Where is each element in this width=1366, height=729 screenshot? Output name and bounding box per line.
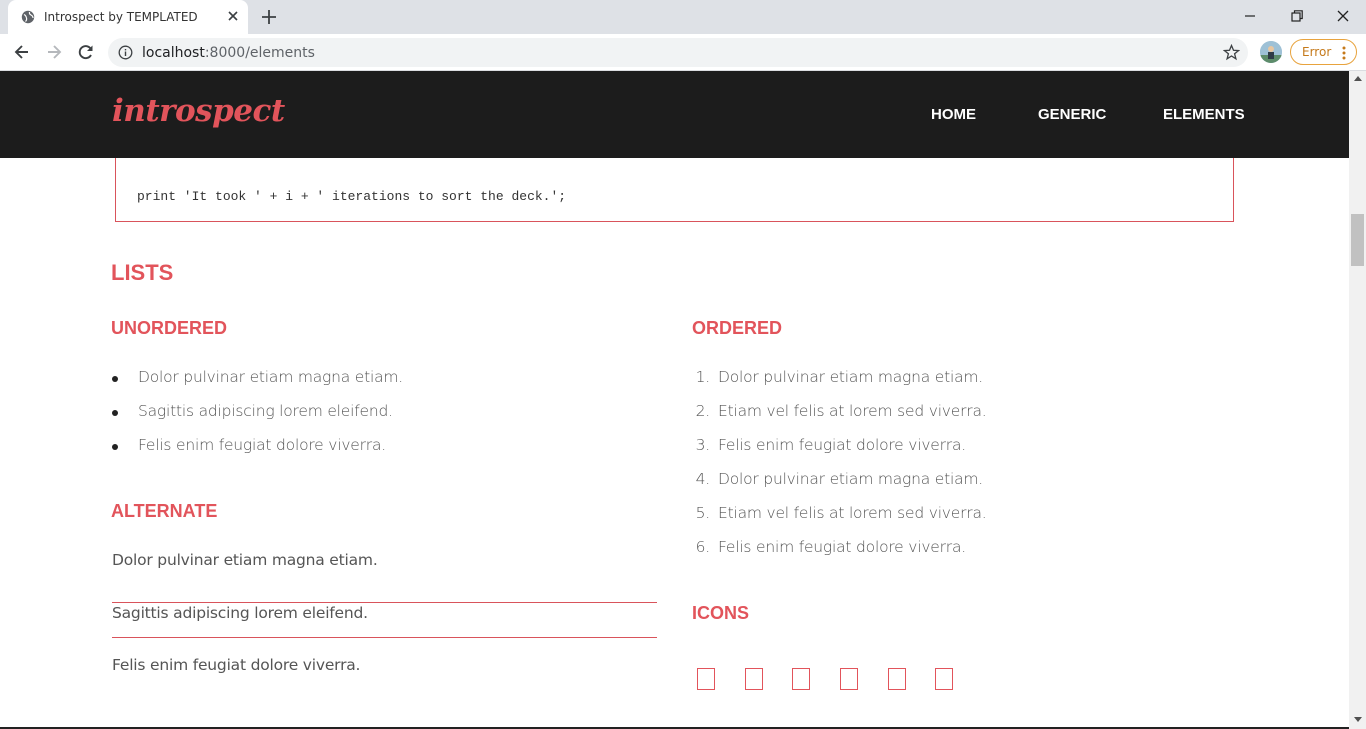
nav-generic-link[interactable]: GENERIC [1038,106,1106,123]
list-item-text: Dolor pulvinar etiam magna etiam. [718,470,984,488]
alternate-heading: ALTERNATE [111,501,218,521]
nav-elements-link[interactable]: ELEMENTS [1163,106,1245,123]
scroll-up-arrow-icon[interactable] [1354,75,1362,81]
site-logo[interactable]: introspect [112,93,285,129]
list-item-text: Etiam vel felis at lorem sed viverra. [718,504,987,522]
minimize-icon[interactable] [1240,6,1260,26]
bookmark-star-icon[interactable] [1223,44,1240,61]
list-number: 3. [695,436,711,454]
missing-glyph-icon[interactable] [888,668,906,690]
site-header: introspect HOME GENERIC ELEMENTS [0,71,1349,158]
missing-glyph-icon[interactable] [792,668,810,690]
alternate-item-text: Dolor pulvinar etiam magna etiam. [112,551,378,569]
alternate-item-text: Felis enim feugiat dolore viverra. [112,656,361,674]
bullet-icon [112,410,118,416]
alternate-item-text: Sagittis adipiscing lorem eleifend. [112,604,368,622]
missing-glyph-icon[interactable] [745,668,763,690]
nav-home-link[interactable]: HOME [931,106,976,123]
list-number: 5. [695,504,711,522]
new-tab-icon[interactable] [260,8,278,26]
list-item-text: Felis enim feugiat dolore viverra. [718,538,967,556]
tab-title: Introspect by TEMPLATED [44,10,198,24]
missing-glyph-icon[interactable] [840,668,858,690]
page-scrollbar[interactable] [1349,71,1366,729]
alternate-list-item: Felis enim feugiat dolore viverra. [112,656,657,686]
list-item-text: Felis enim feugiat dolore viverra. [718,436,967,454]
restore-icon[interactable] [1287,6,1307,26]
address-bar[interactable]: localhost:8000/elements [108,38,1248,67]
list-number: 4. [695,470,711,488]
back-arrow-icon[interactable] [12,42,32,62]
reload-icon[interactable] [76,42,96,62]
profile-error-button[interactable]: Error [1290,39,1357,65]
bullet-icon [112,444,118,450]
error-label: Error [1302,45,1332,59]
list-item-text: Dolor pulvinar etiam magna etiam. [138,368,404,386]
forward-arrow-icon[interactable] [44,42,64,62]
globe-icon [21,10,35,24]
lists-heading: LISTS [111,260,174,285]
list-item-text: Felis enim feugiat dolore viverra. [138,436,387,454]
url-path: :8000/elements [204,45,315,61]
list-item-text: Sagittis adipiscing lorem eleifend. [138,402,393,420]
site-info-icon[interactable] [118,45,133,60]
list-item-text: Dolor pulvinar etiam magna etiam. [718,368,984,386]
list-item-text: Etiam vel felis at lorem sed viverra. [718,402,987,420]
scroll-down-arrow-icon[interactable] [1354,717,1362,723]
close-window-icon[interactable] [1333,6,1353,26]
missing-glyph-icon[interactable] [935,668,953,690]
profile-picture-icon [1260,41,1282,63]
kebab-menu-icon[interactable] [1342,46,1346,60]
alternate-list-item: Sagittis adipiscing lorem eleifend. [112,604,657,638]
url-text[interactable]: localhost:8000/elements [142,45,315,61]
profile-avatar[interactable] [1260,41,1282,63]
browser-tab[interactable]: Introspect by TEMPLATED [8,0,248,34]
list-number: 2. [695,402,711,420]
missing-glyph-icon[interactable] [697,668,715,690]
list-number: 6. [695,538,711,556]
icons-heading: ICONS [692,603,750,623]
tab-strip: Introspect by TEMPLATED [0,0,1366,34]
close-tab-icon[interactable] [226,9,240,23]
ordered-heading: ORDERED [692,318,783,338]
list-number: 1. [695,368,711,386]
browser-toolbar: localhost:8000/elements Error [0,34,1366,71]
unordered-heading: UNORDERED [111,318,228,338]
page-viewport: introspect HOME GENERIC ELEMENTS print '… [0,71,1349,729]
scrollbar-thumb[interactable] [1351,214,1364,266]
code-line: print 'It took ' + i + ' iterations to s… [137,189,567,204]
url-host: localhost [142,45,205,61]
alternate-list-item: Dolor pulvinar etiam magna etiam. [112,551,657,603]
bullet-icon [112,376,118,382]
